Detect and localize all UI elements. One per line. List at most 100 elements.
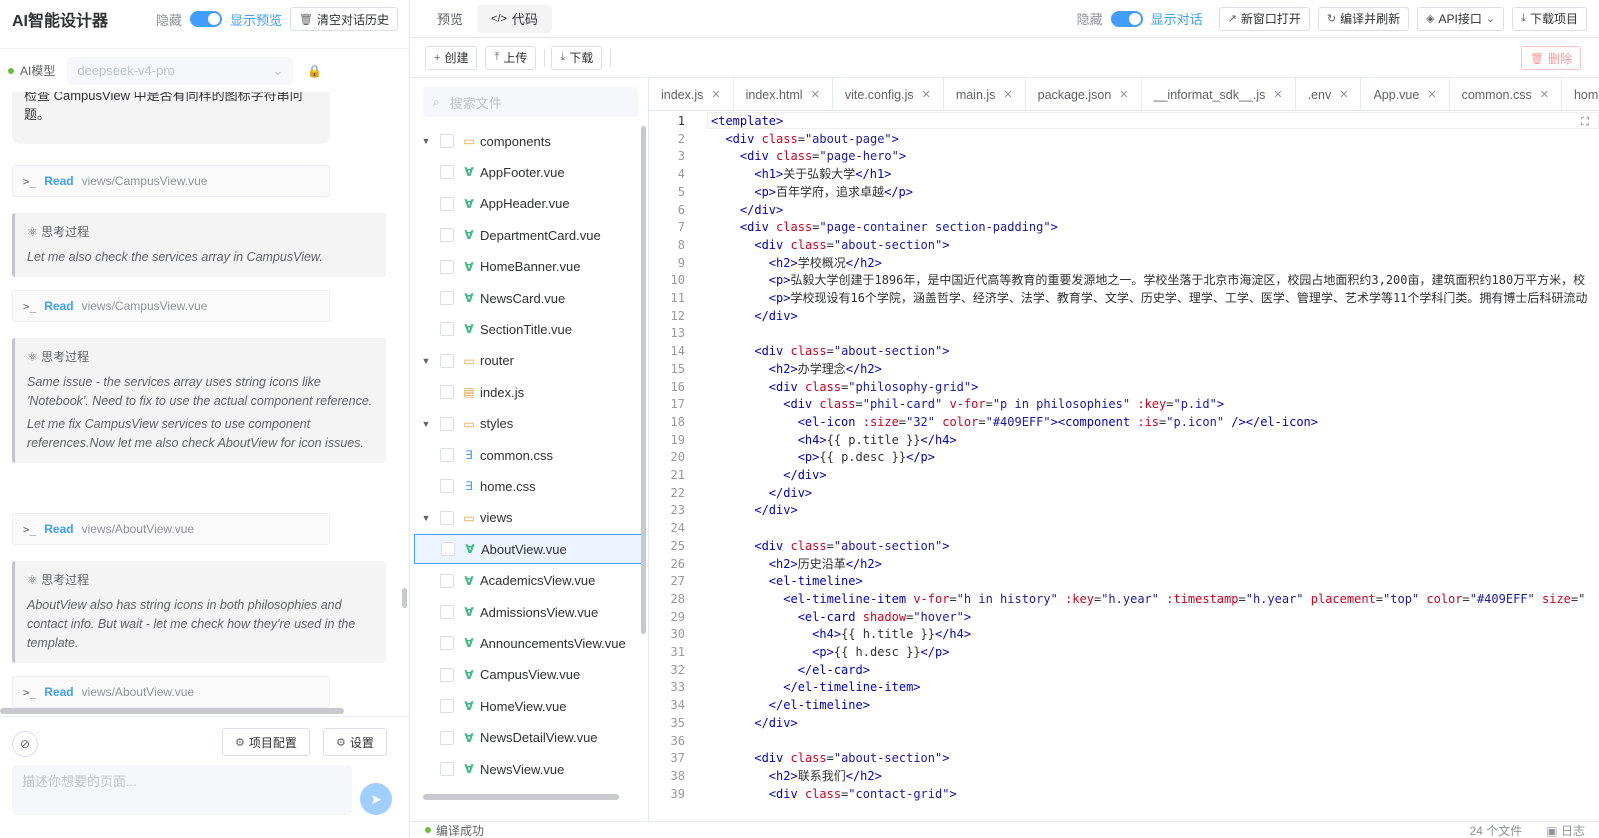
close-icon[interactable]: ✕ xyxy=(711,88,720,101)
file-tab[interactable]: common.css ✕ xyxy=(1450,78,1562,110)
tree-file[interactable]: ∀ AboutView.vue xyxy=(414,534,642,565)
tree-checkbox[interactable] xyxy=(440,448,454,462)
tree-file[interactable]: ∀ AnnouncementsView.vue xyxy=(414,628,642,658)
lock-icon[interactable]: 🔒 xyxy=(307,64,322,78)
tree-file[interactable]: ∃ home.css xyxy=(414,471,642,501)
tree-checkbox[interactable] xyxy=(440,730,454,745)
read-tool-call[interactable]: >_ Read views/CampusView.vue xyxy=(12,290,330,322)
close-icon[interactable]: ✕ xyxy=(1003,88,1012,101)
tree-file[interactable]: ∀ HomeBanner.vue xyxy=(414,252,642,282)
close-icon[interactable]: ✕ xyxy=(922,88,931,101)
tree-file[interactable]: ∀ CampusView.vue xyxy=(414,660,642,690)
read-tool-call[interactable]: >_ Read views/AboutView.vue xyxy=(12,513,330,545)
tree-checkbox[interactable] xyxy=(440,385,454,400)
tree-checkbox[interactable] xyxy=(440,134,454,148)
model-select[interactable]: deepseek-v4-pro ⌄ xyxy=(67,56,294,85)
tree-checkbox[interactable] xyxy=(441,542,455,557)
tree-checkbox[interactable] xyxy=(440,762,454,776)
read-tool-call[interactable]: >_ Read views/AboutView.vue xyxy=(12,676,330,708)
file-tab[interactable]: __informat_sdk__.js ✕ xyxy=(1142,78,1296,110)
file-tab[interactable]: main.js ✕ xyxy=(944,78,1026,110)
show-chat-label[interactable]: 显示对话 xyxy=(1151,9,1203,28)
tree-checkbox[interactable] xyxy=(440,636,454,651)
tree-file[interactable]: ∀ AcademicsView.vue xyxy=(414,566,642,596)
tree-file[interactable]: ∀ SectionTitle.vue xyxy=(414,314,642,344)
tree-file[interactable]: ∀ DepartmentCard.vue xyxy=(414,220,642,250)
file-tab[interactable]: App.vue ✕ xyxy=(1361,78,1450,110)
tree-checkbox[interactable] xyxy=(440,605,454,619)
tree-checkbox[interactable] xyxy=(440,165,454,180)
tree-horizontal-scrollbar[interactable] xyxy=(423,794,619,800)
read-tool-call[interactable]: >_ Read views/CampusView.vue xyxy=(12,165,330,197)
file-tab[interactable]: index.js ✕ xyxy=(649,78,734,110)
preview-toggle[interactable] xyxy=(190,11,222,27)
caret-down-icon[interactable]: ▼ xyxy=(420,419,432,429)
project-config-button[interactable]: ⚙ 项目配置 xyxy=(222,728,310,756)
file-search-input[interactable]: ⌕ 搜索文件 xyxy=(423,87,638,117)
create-button[interactable]: + 创建 xyxy=(425,45,478,70)
clear-history-button[interactable]: 🗑 清空对话历史 xyxy=(290,7,398,31)
api-dropdown-button[interactable]: ◈ API接口 ⌄ xyxy=(1417,6,1505,31)
close-icon[interactable]: ✕ xyxy=(1540,88,1549,101)
tree-file[interactable]: ∀ HomeView.vue xyxy=(414,691,642,721)
chat-horizontal-scrollbar[interactable] xyxy=(0,708,344,714)
close-icon[interactable]: ✕ xyxy=(1427,88,1436,101)
tree-folder[interactable]: ▼ ▭ styles xyxy=(414,409,642,439)
chat-messages[interactable]: 检查 CampusView 中是否有同样的图标字符串问题。 >_ Read view… xyxy=(0,92,409,708)
tree-checkbox[interactable] xyxy=(440,322,454,337)
close-icon[interactable]: ✕ xyxy=(1339,88,1348,101)
tree-checkbox[interactable] xyxy=(440,291,454,305)
tree-checkbox[interactable] xyxy=(440,510,454,525)
tree-checkbox[interactable] xyxy=(440,259,454,274)
tree-file[interactable]: ▤ index.js xyxy=(414,377,642,407)
tree-checkbox[interactable] xyxy=(440,416,454,431)
close-icon[interactable]: ✕ xyxy=(1119,88,1128,101)
chat-toggle[interactable] xyxy=(1110,10,1143,27)
tree-file[interactable]: ∀ NewsDetailView.vue xyxy=(414,723,642,753)
tab-code[interactable]: </> 代码 xyxy=(477,4,552,33)
show-preview-label[interactable]: 显示预览 xyxy=(230,10,282,29)
compile-refresh-button[interactable]: ↻ 编译并刷新 xyxy=(1317,6,1410,31)
file-tab[interactable]: .env ✕ xyxy=(1296,78,1362,110)
close-icon[interactable]: ✕ xyxy=(1273,88,1282,101)
tree-file[interactable]: ∃ common.css xyxy=(414,440,642,470)
tree-checkbox[interactable] xyxy=(440,196,454,211)
caret-down-icon[interactable]: ▼ xyxy=(420,136,432,146)
close-icon[interactable]: ✕ xyxy=(811,88,820,101)
caret-down-icon[interactable]: ▼ xyxy=(420,513,432,523)
delete-button[interactable]: 🗑 删除 xyxy=(1521,46,1581,70)
tree-folder[interactable]: ▼ ▭ components xyxy=(414,126,642,156)
prompt-input[interactable]: 描述你想要的页面... xyxy=(12,765,352,815)
download-button[interactable]: ⤓ 下载 xyxy=(551,45,603,70)
tree-checkbox[interactable] xyxy=(440,228,454,243)
open-new-window-button[interactable]: ↗ 新窗口打开 xyxy=(1218,6,1310,31)
tree-checkbox[interactable] xyxy=(440,699,454,714)
tree-file[interactable]: ∀ AdmissionsView.vue xyxy=(414,597,642,627)
file-tab[interactable]: index.html ✕ xyxy=(734,78,833,110)
attach-icon[interactable]: ⊘ xyxy=(12,731,38,757)
tree-checkbox[interactable] xyxy=(440,667,454,682)
log-button[interactable]: ▣ 日志 xyxy=(1546,822,1585,838)
upload-button[interactable]: ⤒ 上传 xyxy=(485,45,537,70)
tree-folder[interactable]: ▼ ▭ views xyxy=(414,503,642,533)
tree-file[interactable]: ∀ NewsView.vue xyxy=(414,754,642,784)
caret-down-icon[interactable]: ▼ xyxy=(420,356,432,366)
tree-scrollbar[interactable] xyxy=(641,126,646,634)
tree-checkbox[interactable] xyxy=(440,353,454,368)
settings-button[interactable]: ⚙ 设置 xyxy=(323,728,387,756)
fullscreen-icon[interactable]: ⛶ xyxy=(1581,115,1589,129)
code-area[interactable]: 1 2 3 4 5 6 7 8 9 10 11 12 13 14 15 16 17 18 19 20 21 22 23 24 2… xyxy=(649,111,1599,821)
send-button[interactable]: ➤ xyxy=(360,783,392,815)
file-tab[interactable]: vite.config.js ✕ xyxy=(833,78,944,110)
chat-scrollbar[interactable] xyxy=(402,588,407,608)
tree-checkbox[interactable] xyxy=(440,573,454,588)
file-tab[interactable]: home.css✕ xyxy=(1562,78,1599,110)
file-tab[interactable]: package.json ✕ xyxy=(1026,78,1142,110)
tree-file[interactable]: ∀ AppHeader.vue xyxy=(414,189,642,219)
tab-preview[interactable]: 预览 xyxy=(423,5,477,33)
tree-file[interactable]: ∀ NewsCard.vue xyxy=(414,283,642,313)
tree-file[interactable]: ∀ AppFooter.vue xyxy=(414,157,642,187)
tree-checkbox[interactable] xyxy=(440,479,454,494)
download-project-button[interactable]: ⤓ 下载项目 xyxy=(1512,6,1587,31)
tree-folder[interactable]: ▼ ▭ router xyxy=(414,346,642,376)
